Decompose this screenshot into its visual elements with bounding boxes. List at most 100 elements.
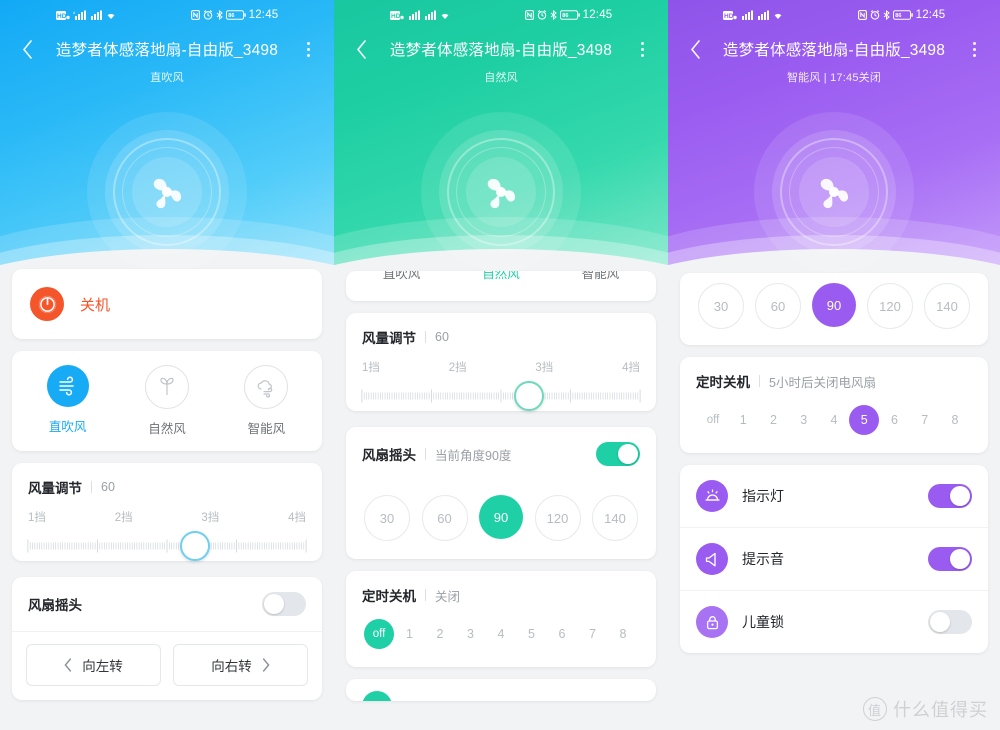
timer-chip[interactable]: off bbox=[698, 405, 728, 435]
timer-chip[interactable]: 8 bbox=[608, 619, 638, 649]
wifi-icon bbox=[107, 13, 115, 19]
back-button[interactable] bbox=[16, 38, 38, 60]
feature-icon-partial bbox=[362, 691, 392, 701]
feature-row-indicator-light[interactable]: 指示灯 bbox=[680, 465, 988, 527]
timer-chip[interactable]: 1 bbox=[395, 619, 425, 649]
timer-chip-selected[interactable]: off bbox=[364, 619, 394, 649]
signal-bars-icon-2 bbox=[424, 10, 436, 20]
signal-bars-icon-1 bbox=[741, 10, 753, 20]
angle-chip[interactable]: 60 bbox=[421, 495, 468, 541]
ruler-ticks bbox=[27, 539, 307, 553]
device-subtitle: 直吹风 bbox=[150, 72, 184, 84]
battery-icon: 86 bbox=[892, 10, 913, 20]
mode-label[interactable]: 直吹风 bbox=[352, 271, 451, 282]
timer-chip[interactable]: 7 bbox=[910, 405, 940, 435]
panel-blue: HD ıl 86 12:45 造梦者体感落地扇-自由版_3498 直吹风 关机 … bbox=[0, 0, 334, 730]
power-card[interactable]: 关机 bbox=[12, 269, 322, 339]
next-card-partial bbox=[346, 679, 656, 701]
turn-right-button[interactable]: 向右转 bbox=[173, 644, 308, 686]
slider-knob[interactable] bbox=[180, 531, 211, 561]
mode-direct-wind[interactable]: 直吹风 bbox=[18, 365, 117, 437]
chevron-right-icon bbox=[262, 658, 270, 672]
nfc-icon bbox=[524, 10, 534, 20]
child-lock-toggle[interactable] bbox=[928, 610, 972, 634]
timer-chip[interactable]: 2 bbox=[425, 619, 455, 649]
more-options-button[interactable] bbox=[298, 38, 318, 60]
angle-chip[interactable]: 140 bbox=[924, 283, 970, 329]
timer-chip[interactable]: 8 bbox=[940, 405, 970, 435]
oscillation-toggle[interactable] bbox=[262, 592, 306, 616]
feature-row-child-lock[interactable]: 儿童锁 bbox=[680, 590, 988, 653]
direct-wind-icon bbox=[58, 376, 74, 396]
status-time: 12:45 bbox=[915, 9, 946, 21]
feature-row-sound[interactable]: 提示音 bbox=[680, 527, 988, 590]
sound-toggle[interactable] bbox=[928, 547, 972, 571]
angle-chip[interactable]: 30 bbox=[698, 283, 744, 329]
features-card: 指示灯 提示音 儿童锁 bbox=[680, 465, 988, 653]
watermark: 值 什么值得买 bbox=[863, 696, 988, 722]
status-right-icons: 86 12:45 bbox=[524, 9, 613, 21]
timer-chip[interactable]: 5 bbox=[517, 619, 547, 649]
signal-bars-icon-2 bbox=[90, 10, 102, 20]
timer-chip[interactable]: 3 bbox=[789, 405, 819, 435]
timer-chip[interactable]: 6 bbox=[547, 619, 577, 649]
mode-label[interactable]: 自然风 bbox=[451, 271, 550, 282]
watermark-mark: 值 bbox=[863, 697, 887, 721]
timer-chip[interactable]: 6 bbox=[880, 405, 910, 435]
back-button[interactable] bbox=[350, 38, 372, 60]
angle-options: 30 60 90 120 140 bbox=[346, 481, 656, 559]
chevron-left-icon bbox=[356, 39, 366, 59]
status-bar: HD 86 12:45 bbox=[334, 0, 668, 26]
angle-chip[interactable]: 30 bbox=[364, 495, 410, 541]
status-bar: HD ıl 86 12:45 bbox=[0, 0, 334, 26]
mode-label: 自然风 bbox=[148, 422, 186, 436]
turn-right-label: 向右转 bbox=[211, 659, 252, 674]
angle-chip[interactable]: 140 bbox=[592, 495, 638, 541]
mode-natural-wind[interactable]: 自然风 bbox=[117, 365, 216, 437]
angle-chip-selected[interactable]: 90 bbox=[479, 495, 523, 539]
device-title: 造梦者体感落地扇-自由版_3498 bbox=[722, 42, 946, 59]
panel-green: HD 86 12:45 造梦者体感落地扇-自由版_3498 自然风 直吹风 自然… bbox=[334, 0, 668, 730]
gear-label: 3挡 bbox=[201, 512, 220, 524]
angle-chip-selected[interactable]: 90 bbox=[812, 283, 856, 327]
indicator-light-toggle[interactable] bbox=[928, 484, 972, 508]
gear-label: 1挡 bbox=[362, 362, 380, 374]
turn-left-button[interactable]: 向左转 bbox=[26, 644, 161, 686]
speed-slider[interactable] bbox=[26, 531, 308, 561]
timer-chip[interactable]: 1 bbox=[728, 405, 758, 435]
lock-icon-circle bbox=[696, 606, 728, 638]
fan-blades-icon bbox=[487, 178, 516, 209]
timer-chip[interactable]: 2 bbox=[759, 405, 789, 435]
fan-graphic-green bbox=[421, 112, 581, 272]
hero-purple: HD 86 12:45 造梦者体感落地扇-自由版_3498 智能风 | 17:4… bbox=[668, 0, 1000, 275]
timer-options: off 1 2 3 4 5 6 7 8 bbox=[346, 605, 656, 667]
feature-label: 儿童锁 bbox=[742, 614, 784, 630]
more-options-button[interactable] bbox=[964, 38, 984, 60]
back-button[interactable] bbox=[684, 38, 706, 60]
angle-chip[interactable]: 120 bbox=[534, 495, 581, 541]
timer-chip[interactable]: 3 bbox=[456, 619, 486, 649]
watermark-text: 什么值得买 bbox=[893, 700, 988, 720]
speed-slider[interactable] bbox=[360, 381, 642, 411]
gear-label: 3挡 bbox=[535, 362, 554, 374]
title-bar-purple: 造梦者体感落地扇-自由版_3498 智能风 | 17:45关闭 bbox=[668, 26, 1000, 85]
oscillation-toggle[interactable] bbox=[596, 442, 640, 466]
wind-mode-card-partial: 直吹风 自然风 智能风 bbox=[346, 271, 656, 301]
timer-chip[interactable]: 4 bbox=[486, 619, 516, 649]
timer-value: 5小时后关闭电风扇 bbox=[769, 375, 876, 390]
mode-label[interactable]: 智能风 bbox=[551, 271, 650, 282]
power-icon bbox=[38, 295, 56, 313]
timer-chip[interactable]: 4 bbox=[819, 405, 849, 435]
timer-chip-selected[interactable]: 5 bbox=[849, 405, 880, 435]
power-button[interactable] bbox=[30, 287, 64, 321]
timer-chip[interactable]: 7 bbox=[578, 619, 608, 649]
alarm-icon bbox=[203, 10, 212, 20]
mode-smart-wind[interactable]: 智能风 bbox=[217, 365, 316, 437]
speed-title: 风量调节 bbox=[362, 331, 416, 346]
more-options-button[interactable] bbox=[632, 38, 652, 60]
speed-title: 风量调节 bbox=[28, 481, 82, 496]
angle-chip[interactable]: 120 bbox=[867, 283, 913, 329]
oscillation-card-blue: 风扇摇头 向左转 向右转 bbox=[12, 577, 322, 700]
slider-knob[interactable] bbox=[514, 381, 545, 411]
angle-chip[interactable]: 60 bbox=[755, 283, 801, 329]
